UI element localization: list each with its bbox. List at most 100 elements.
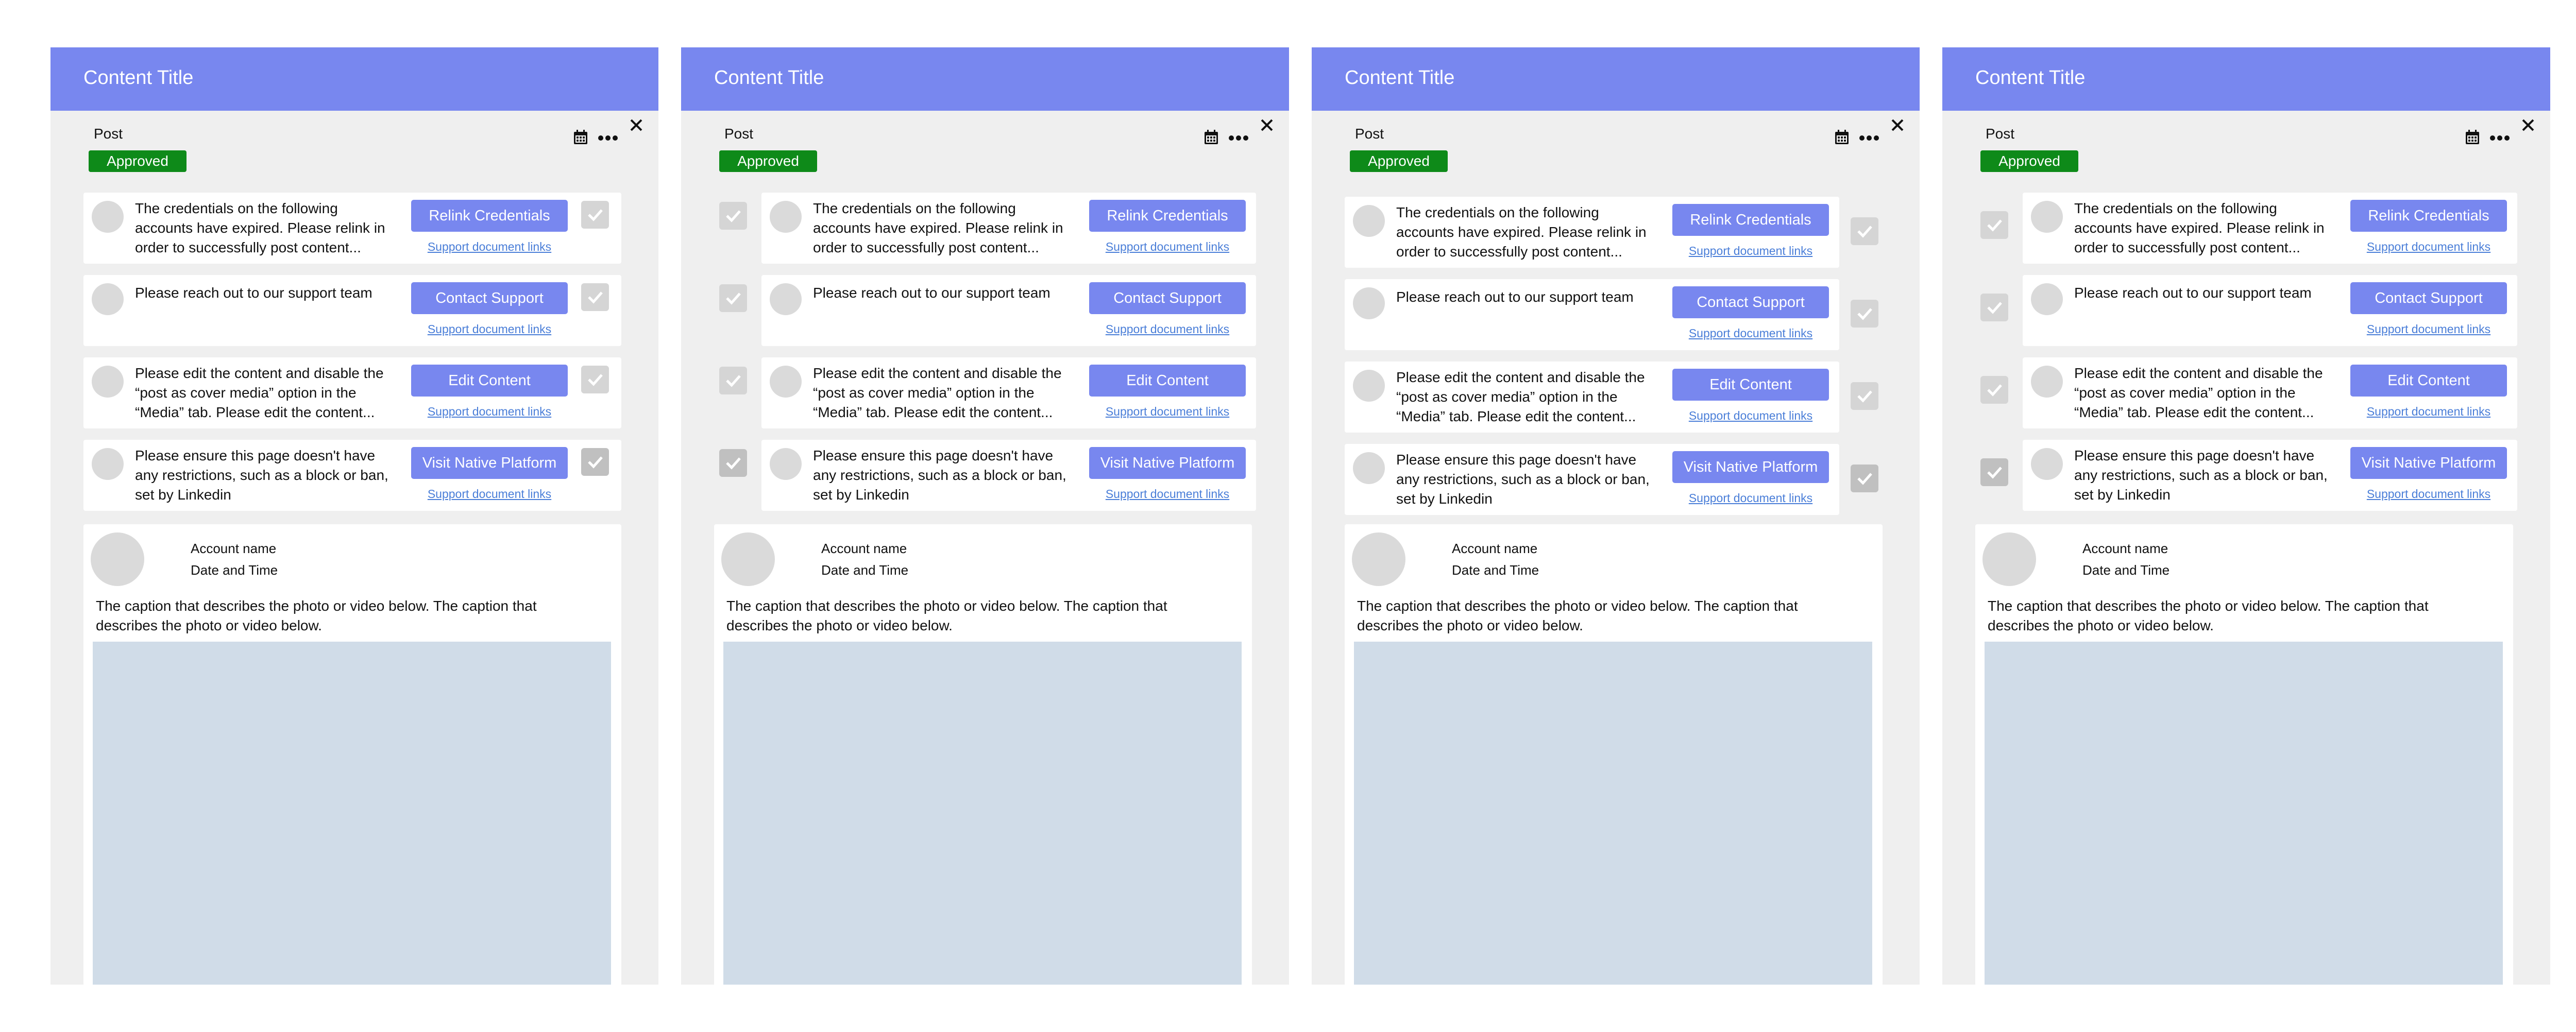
account-name: Account name (2082, 541, 2168, 556)
avatar (2031, 366, 2063, 398)
edit-content-button[interactable]: Edit Content (2350, 365, 2507, 397)
visit-native-platform-button[interactable]: Visit Native Platform (2350, 447, 2507, 479)
panel-header: Content Title (1942, 47, 2550, 111)
relink-credentials-button[interactable]: Relink Credentials (411, 200, 568, 232)
post-label: Post (724, 126, 754, 142)
support-document-link[interactable]: Support document links (1672, 409, 1829, 423)
close-icon[interactable] (2521, 118, 2535, 132)
content-title: Content Title (714, 67, 824, 89)
calendar-icon[interactable] (1204, 130, 1219, 145)
notification-card: Please edit the content and disable the … (83, 357, 621, 428)
check-icon (588, 456, 603, 469)
calendar-icon[interactable] (573, 130, 588, 145)
checkbox[interactable] (719, 284, 747, 312)
checkbox[interactable] (1980, 376, 2008, 404)
support-document-link[interactable]: Support document links (1672, 244, 1829, 258)
checkbox[interactable] (719, 202, 747, 230)
notification-message: Please ensure this page doesn't have any… (135, 448, 388, 503)
avatar (2031, 448, 2063, 480)
more-icon[interactable] (598, 130, 618, 145)
edit-content-button[interactable]: Edit Content (1672, 369, 1829, 401)
avatar (2031, 201, 2063, 233)
checkbox[interactable] (1851, 465, 1878, 492)
relink-credentials-button[interactable]: Relink Credentials (2350, 200, 2507, 232)
support-document-link[interactable]: Support document links (2350, 322, 2507, 336)
support-document-link[interactable]: Support document links (1089, 487, 1246, 501)
visit-native-platform-button[interactable]: Visit Native Platform (1089, 447, 1246, 479)
check-icon (1987, 467, 2002, 479)
close-icon[interactable] (1260, 118, 1274, 132)
calendar-icon[interactable] (2465, 130, 2480, 145)
post-caption: The caption that describes the photo or … (726, 598, 1167, 633)
visit-native-platform-button[interactable]: Visit Native Platform (1672, 451, 1829, 483)
post-preview: Account name Date and Time The caption t… (1345, 524, 1883, 985)
notification-card: Please ensure this page doesn't have any… (761, 440, 1256, 511)
support-document-link[interactable]: Support document links (411, 240, 568, 254)
notification-card: Please ensure this page doesn't have any… (1345, 444, 1839, 515)
checkbox[interactable] (1851, 217, 1878, 245)
panel-header: Content Title (1312, 47, 1920, 111)
content-title: Content Title (1975, 67, 2086, 89)
support-document-link[interactable]: Support document links (1672, 491, 1829, 505)
contact-support-button[interactable]: Contact Support (1672, 286, 1829, 318)
checkbox[interactable] (581, 201, 609, 229)
support-document-link[interactable]: Support document links (411, 322, 568, 336)
checkbox[interactable] (1980, 294, 2008, 321)
support-document-link[interactable]: Support document links (1672, 326, 1829, 340)
checkbox[interactable] (719, 449, 747, 477)
checkbox[interactable] (581, 283, 609, 311)
checkbox[interactable] (1851, 382, 1878, 410)
notification-card: Please edit the content and disable the … (2023, 357, 2517, 428)
account-name: Account name (821, 541, 907, 556)
support-document-link[interactable]: Support document links (411, 405, 568, 419)
check-icon (726, 457, 741, 470)
checkbox[interactable] (1980, 211, 2008, 239)
support-document-link[interactable]: Support document links (411, 487, 568, 501)
relink-credentials-button[interactable]: Relink Credentials (1089, 200, 1246, 232)
more-icon[interactable] (1228, 130, 1249, 145)
checkbox[interactable] (1851, 300, 1878, 328)
avatar (1353, 370, 1385, 402)
more-icon[interactable] (1859, 130, 1879, 145)
post-label: Post (1355, 126, 1384, 142)
account-name: Account name (191, 541, 277, 556)
notification-card: Please reach out to our support team Con… (761, 275, 1256, 346)
calendar-icon[interactable] (1834, 130, 1850, 145)
support-document-link[interactable]: Support document links (2350, 240, 2507, 254)
checkbox[interactable] (581, 366, 609, 393)
checkbox[interactable] (1980, 458, 2008, 486)
check-icon (1857, 473, 1872, 485)
avatar (92, 283, 124, 315)
support-document-link[interactable]: Support document links (2350, 487, 2507, 501)
avatar (1353, 287, 1385, 319)
post-label: Post (1986, 126, 2015, 142)
content-title: Content Title (83, 67, 194, 89)
account-name: Account name (1452, 541, 1538, 556)
edit-content-button[interactable]: Edit Content (411, 365, 568, 397)
notification-card: The credentials on the following account… (2023, 193, 2517, 264)
more-icon[interactable] (2489, 130, 2510, 145)
support-document-link[interactable]: Support document links (2350, 405, 2507, 419)
status-badge: Approved (1350, 150, 1448, 172)
contact-support-button[interactable]: Contact Support (411, 282, 568, 314)
check-icon (1857, 390, 1872, 403)
checkbox[interactable] (581, 448, 609, 476)
post-caption: The caption that describes the photo or … (96, 598, 537, 633)
close-icon[interactable] (630, 118, 643, 132)
visit-native-platform-button[interactable]: Visit Native Platform (411, 447, 568, 479)
notification-card: Please edit the content and disable the … (1345, 362, 1839, 433)
avatar (770, 448, 802, 480)
support-document-link[interactable]: Support document links (1089, 405, 1246, 419)
support-document-link[interactable]: Support document links (1089, 240, 1246, 254)
edit-content-button[interactable]: Edit Content (1089, 365, 1246, 397)
contact-support-button[interactable]: Contact Support (1089, 282, 1246, 314)
notification-message: Please ensure this page doesn't have any… (813, 448, 1066, 503)
support-document-link[interactable]: Support document links (1089, 322, 1246, 336)
contact-support-button[interactable]: Contact Support (2350, 282, 2507, 314)
relink-credentials-button[interactable]: Relink Credentials (1672, 204, 1829, 236)
checkbox[interactable] (719, 367, 747, 394)
close-icon[interactable] (1891, 118, 1904, 132)
notification-message: Please reach out to our support team (813, 285, 1050, 301)
avatar (92, 366, 124, 398)
post-preview: Account name Date and Time The caption t… (1975, 524, 2513, 985)
